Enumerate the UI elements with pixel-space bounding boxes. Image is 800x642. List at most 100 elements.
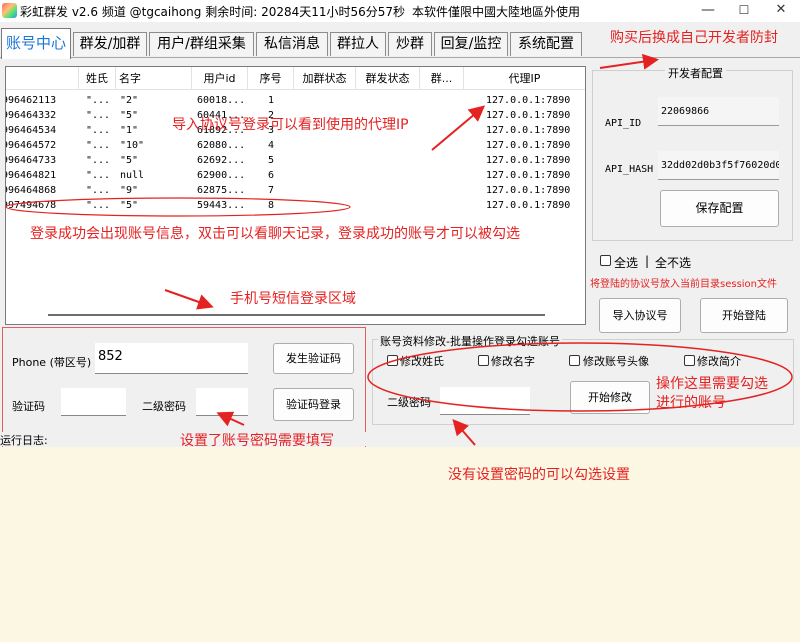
column-header-phone[interactable] — [6, 67, 79, 90]
annotation-check-2: 进行的账号 — [656, 395, 726, 411]
annotation-buy-hint: 购买后换成自己开发者防封 — [610, 30, 778, 46]
tab-group-invite[interactable]: 群拉人 — [330, 32, 386, 56]
modify-password2-input[interactable] — [440, 387, 530, 415]
api-hash-label: API_HASH — [605, 164, 654, 175]
modify-bio-label[interactable]: 修改简介 — [697, 353, 741, 369]
cell-lastname: "... — [86, 95, 111, 106]
select-all-checkbox[interactable] — [600, 255, 611, 266]
send-code-button[interactable]: 发生验证码 — [273, 343, 354, 374]
modify-avatar-label[interactable]: 修改账号头像 — [583, 353, 649, 369]
cell-phone: 996462113 — [5, 95, 57, 106]
cell-proxy: 127.0.0.1:7890 — [486, 170, 571, 181]
cell-phone: 996464733 — [5, 155, 57, 166]
code-label: 验证码 — [12, 400, 45, 413]
annotation-password: 设置了账号密码需要填写 — [180, 433, 334, 449]
tab-broadcast-join[interactable]: 群发/加群 — [73, 32, 147, 56]
modify-lastname-label[interactable]: 修改姓氏 — [400, 353, 444, 369]
annotation-sms-area: 手机号短信登录区域 — [230, 291, 356, 307]
annotation-login-success: 登录成功会出现账号信息，双击可以看聊天记录，登录成功的账号才可以被勾选 — [30, 226, 520, 242]
cell-lastname: "... — [86, 140, 111, 151]
column-header-group[interactable]: 群... — [420, 67, 464, 90]
cell-phone: 996464868 — [5, 185, 57, 196]
cell-lastname: "... — [86, 110, 111, 121]
select-none-link[interactable]: 全不选 — [655, 254, 691, 271]
api-id-field[interactable]: 22069866 — [658, 97, 779, 126]
cell-firstname: "5" — [120, 155, 139, 166]
code-login-button[interactable]: 验证码登录 — [273, 388, 354, 421]
cell-firstname: "5" — [120, 200, 139, 211]
phone-label: Phone (带区号) — [12, 356, 92, 369]
password2-label: 二级密码 — [142, 400, 186, 413]
window-title: 彩虹群发 v2.6 频道 @tgcaihong 剩余时间: 20284天11小时… — [20, 5, 406, 19]
code-input[interactable] — [61, 388, 126, 416]
cell-lastname: "... — [86, 185, 111, 196]
modify-avatar-checkbox[interactable] — [569, 355, 580, 366]
close-button[interactable]: ✕ — [763, 0, 799, 22]
password2-input[interactable] — [196, 388, 248, 416]
maximize-button[interactable]: ☐ — [726, 0, 762, 22]
start-login-button[interactable]: 开始登陆 — [700, 298, 788, 333]
select-all-label[interactable]: 全选 — [614, 254, 638, 271]
dev-config-title: 开发者配置 — [665, 65, 726, 81]
phone-input[interactable]: 852 — [95, 343, 248, 374]
cell-userid: 62875... — [197, 185, 246, 196]
modify-firstname-checkbox[interactable] — [478, 355, 489, 366]
cell-lastname: "... — [86, 155, 111, 166]
table-row[interactable]: 996464821 "... null 62900... 6 127.0.0.1… — [6, 168, 585, 183]
modify-firstname-label[interactable]: 修改名字 — [491, 353, 535, 369]
tab-system-config[interactable]: 系统配置 — [510, 32, 582, 56]
tab-private-message[interactable]: 私信消息 — [256, 32, 328, 56]
select-separator: | — [645, 254, 650, 268]
session-hint: 将登陆的协议号放入当前目录session文件 — [590, 279, 778, 290]
column-header-firstname[interactable]: 名字 — [116, 67, 192, 90]
modify-bio-checkbox[interactable] — [684, 355, 695, 366]
column-header-join-status[interactable]: 加群状态 — [294, 67, 356, 90]
profile-modify-title: 账号资料修改-批量操作登录勾选账号 — [378, 333, 562, 349]
tab-collect[interactable]: 用户/群组采集 — [149, 32, 254, 56]
cell-index: 8 — [268, 200, 275, 211]
cell-phone: 996464332 — [5, 110, 57, 121]
cell-firstname: "2" — [120, 95, 139, 106]
save-config-button[interactable]: 保存配置 — [660, 190, 779, 227]
cell-firstname: null — [120, 170, 145, 181]
start-modify-button[interactable]: 开始修改 — [570, 381, 650, 414]
api-hash-field[interactable]: 32dd02d0b3f5f76020d09 — [658, 151, 779, 180]
cell-index: 5 — [268, 155, 275, 166]
tab-account-center[interactable]: 账号中心 — [1, 28, 71, 59]
cell-lastname: "... — [86, 170, 111, 181]
modify-lastname-checkbox[interactable] — [387, 355, 398, 366]
cell-phone: 996464534 — [5, 125, 57, 136]
column-header-broadcast-status[interactable]: 群发状态 — [356, 67, 420, 90]
annotation-no-password: 没有设置密码的可以勾选设置 — [448, 467, 630, 483]
cell-proxy: 127.0.0.1:7890 — [486, 125, 571, 136]
cell-firstname: "1" — [120, 125, 139, 136]
import-account-button[interactable]: 导入协议号 — [599, 298, 681, 333]
cell-firstname: "9" — [120, 185, 139, 196]
app-logo-icon — [2, 3, 17, 18]
column-header-userid[interactable]: 用户id — [192, 67, 248, 90]
cell-phone: 997494678 — [5, 200, 57, 211]
account-list[interactable]: 姓氏 名字 用户id 序号 加群状态 群发状态 群... 代理IP 996462… — [5, 66, 586, 325]
cell-userid: 62900... — [197, 170, 246, 181]
modify-password2-label: 二级密码 — [387, 396, 431, 409]
table-row[interactable]: 996464572 "... "10" 62080... 4 127.0.0.1… — [6, 138, 585, 153]
column-header-proxy-ip[interactable]: 代理IP — [464, 67, 585, 90]
tab-reply-monitor[interactable]: 回复/监控 — [434, 32, 508, 56]
cell-firstname: "5" — [120, 110, 139, 121]
tab-group-hype[interactable]: 炒群 — [388, 32, 432, 56]
column-header-lastname[interactable]: 姓氏 — [79, 67, 116, 90]
cell-firstname: "10" — [120, 140, 145, 151]
table-row[interactable]: 996464733 "... "5" 62692... 5 127.0.0.1:… — [6, 153, 585, 168]
cell-lastname: "... — [86, 200, 111, 211]
cell-userid: 62692... — [197, 155, 246, 166]
cell-index: 6 — [268, 170, 275, 181]
cell-phone: 996464572 — [5, 140, 57, 151]
annotation-check-1: 操作这里需要勾选 — [656, 376, 768, 392]
minimize-button[interactable]: — — [690, 0, 726, 22]
cell-index: 7 — [268, 185, 275, 196]
column-header-index[interactable]: 序号 — [248, 67, 294, 90]
horizontal-scrollbar[interactable] — [48, 314, 545, 316]
table-row[interactable]: 996464868 "... "9" 62875... 7 127.0.0.1:… — [6, 183, 585, 198]
table-row[interactable]: 997494678 "... "5" 59443... 8 127.0.0.1:… — [6, 198, 585, 213]
table-row[interactable]: 996462113 "... "2" 60018... 1 127.0.0.1:… — [6, 93, 585, 108]
